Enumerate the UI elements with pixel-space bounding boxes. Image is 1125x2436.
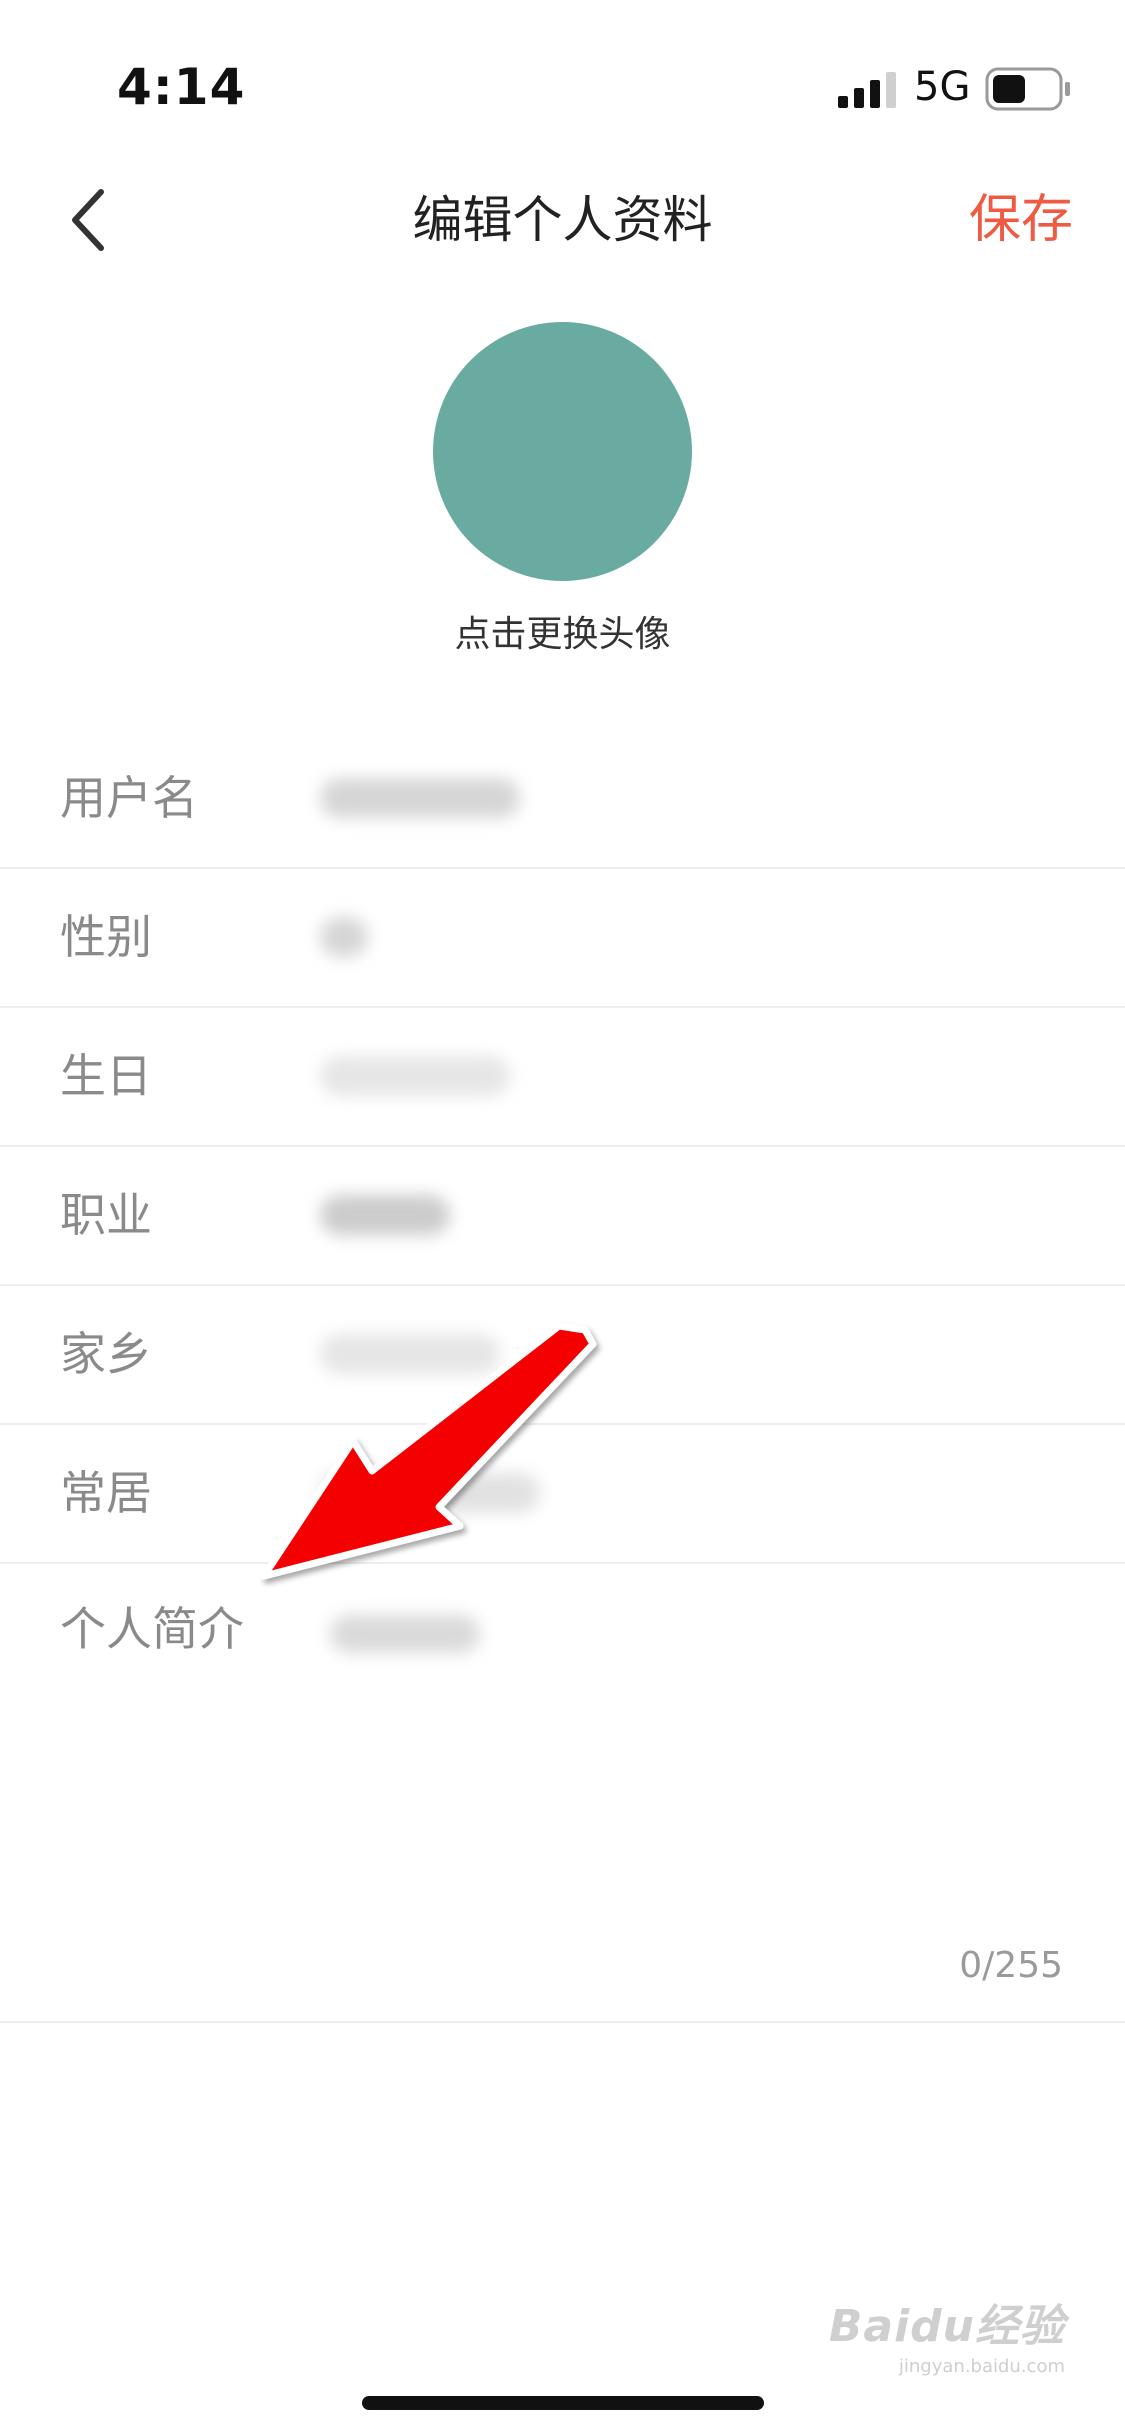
form-row-birthday[interactable]: 生日 bbox=[0, 1008, 1125, 1147]
gender-value-redacted bbox=[320, 917, 368, 957]
page-title: 编辑个人资料 bbox=[412, 191, 713, 249]
watermark-logo-text: Baidu经验 bbox=[828, 2301, 1065, 2352]
occupation-value-redacted bbox=[320, 1195, 450, 1235]
bio-value-redacted bbox=[330, 1615, 480, 1653]
red-arrow-icon bbox=[260, 1322, 597, 1580]
residence-label: 常居 bbox=[60, 1466, 152, 1520]
bio-label: 个人简介 bbox=[60, 1602, 244, 1656]
hometown-label: 家乡 bbox=[60, 1327, 152, 1381]
network-type: 5G bbox=[914, 64, 971, 110]
birthday-label: 生日 bbox=[60, 1049, 152, 1103]
status-bar: 4:14 5G bbox=[0, 0, 1125, 150]
signal-bars-icon bbox=[838, 72, 896, 108]
form-row-gender[interactable]: 性别 bbox=[0, 869, 1125, 1008]
save-button[interactable]: 保存 bbox=[969, 160, 1073, 280]
username-label: 用户名 bbox=[60, 771, 198, 825]
watermark: Baidu经验 jingyan.baidu.com bbox=[829, 2290, 1065, 2377]
back-button[interactable] bbox=[52, 180, 122, 260]
home-indicator[interactable] bbox=[362, 2396, 764, 2410]
bio-char-counter: 0/255 bbox=[959, 1945, 1063, 1986]
avatar[interactable] bbox=[433, 322, 692, 581]
username-value-redacted bbox=[320, 778, 520, 818]
chevron-left-icon bbox=[72, 189, 104, 251]
occupation-label: 职业 bbox=[60, 1188, 152, 1242]
status-time: 4:14 bbox=[117, 58, 246, 116]
change-avatar-hint[interactable]: 点击更换头像 bbox=[0, 605, 1125, 657]
birthday-value-redacted bbox=[320, 1056, 510, 1096]
form-row-bio[interactable]: 个人简介 0/255 bbox=[0, 1557, 1125, 2023]
nav-bar: 编辑个人资料 保存 bbox=[0, 160, 1125, 280]
watermark-url: jingyan.baidu.com bbox=[898, 2356, 1065, 2377]
battery-icon bbox=[985, 67, 1070, 111]
form-row-occupation[interactable]: 职业 bbox=[0, 1147, 1125, 1286]
gender-label: 性别 bbox=[60, 910, 152, 964]
form-row-username[interactable]: 用户名 bbox=[0, 730, 1125, 869]
